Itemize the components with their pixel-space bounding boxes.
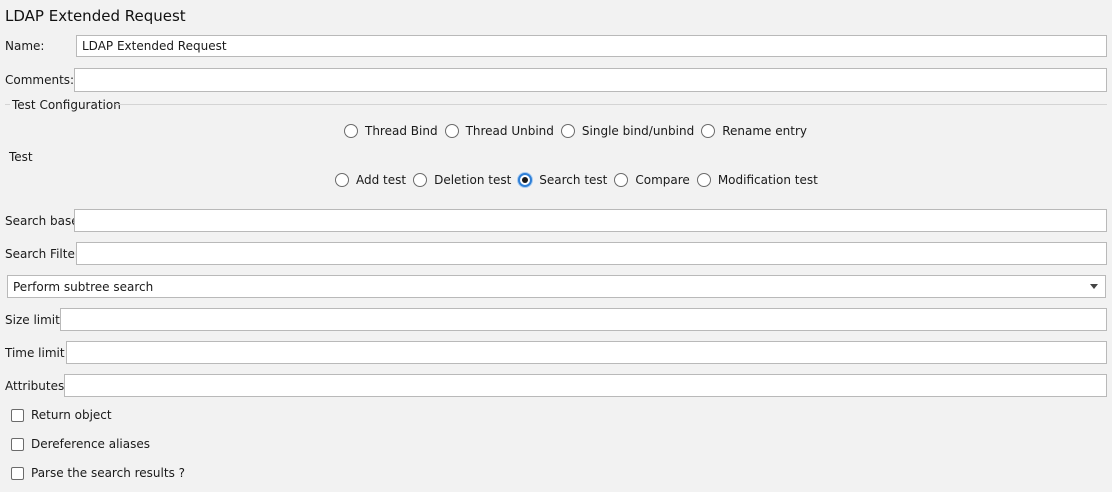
name-row: Name: (5, 35, 1107, 57)
return-object-checkbox[interactable] (11, 408, 24, 422)
test-configuration-legend: Test Configuration (12, 98, 125, 112)
search-scope-value: Perform subtree search (13, 279, 154, 294)
radio-search-test-label: Search test (539, 173, 608, 187)
fieldset-border-top (115, 104, 1107, 105)
attributes-label: Attributes (5, 378, 65, 393)
time-limit-input[interactable] (66, 341, 1107, 364)
time-limit-row: Time limit (5, 341, 1107, 364)
radio-search-test[interactable]: Search test (518, 173, 607, 187)
radio-single-bind-unbind-circle[interactable] (560, 124, 575, 138)
return-object-checkbox-row[interactable]: Return object (11, 408, 112, 422)
radio-thread-bind-circle[interactable] (344, 124, 358, 138)
parse-search-results-label: Parse the search results ? (31, 466, 186, 480)
search-base-input[interactable] (74, 209, 1107, 232)
attributes-input[interactable] (64, 374, 1107, 397)
radio-rename-entry-label: Rename entry (722, 124, 807, 138)
return-object-label: Return object (31, 408, 112, 422)
radio-compare[interactable]: Compare (614, 173, 690, 187)
radio-modification-test-label: Modification test (717, 173, 818, 187)
radio-thread-bind[interactable]: Thread Bind (344, 124, 438, 138)
dereference-aliases-checkbox[interactable] (11, 437, 24, 451)
radio-single-bind-unbind[interactable]: Single bind/unbind (560, 124, 695, 138)
parse-search-results-checkbox[interactable] (11, 466, 24, 480)
size-limit-input[interactable] (60, 308, 1107, 331)
radio-search-test-circle[interactable] (518, 173, 533, 187)
name-label: Name: (5, 39, 45, 53)
attributes-row: Attributes (5, 374, 1107, 397)
radio-add-test[interactable]: Add test (335, 173, 406, 187)
radio-deletion-test-label: Deletion test (434, 173, 512, 187)
radio-rename-entry[interactable]: Rename entry (701, 124, 807, 138)
chevron-down-icon[interactable] (1090, 284, 1098, 289)
radio-thread-bind-label: Thread Bind (365, 124, 438, 138)
comments-row: Comments: (5, 68, 1107, 92)
dereference-aliases-checkbox-row[interactable]: Dereference aliases (11, 437, 150, 451)
search-scope-select[interactable]: Perform subtree search (7, 275, 1106, 298)
radio-single-bind-unbind-label: Single bind/unbind (581, 124, 695, 138)
search-filter-row: Search Filter (5, 242, 1107, 265)
radio-compare-label: Compare (635, 173, 690, 187)
radio-thread-unbind[interactable]: Thread Unbind (444, 124, 554, 138)
radio-thread-unbind-circle[interactable] (444, 124, 459, 138)
search-filter-label: Search Filter (5, 246, 80, 261)
radio-compare-circle[interactable] (614, 173, 629, 187)
search-filter-input[interactable] (76, 242, 1107, 265)
operation-radio-group: Thread Bind Thread Unbind Single bind/un… (344, 124, 814, 138)
dereference-aliases-label: Dereference aliases (31, 437, 150, 451)
radio-deletion-test-circle[interactable] (413, 173, 428, 187)
fieldset-border-left (5, 104, 10, 105)
radio-deletion-test[interactable]: Deletion test (413, 173, 511, 187)
ldap-extended-request-panel: LDAP Extended Request Name: Comments: Te… (0, 0, 1112, 492)
search-base-label: Search base (5, 213, 79, 228)
parse-search-results-checkbox-row[interactable]: Parse the search results ? (11, 466, 185, 480)
radio-add-test-circle[interactable] (335, 173, 349, 187)
test-radio-group: Add test Deletion test Search test Compa… (335, 173, 825, 187)
panel-title: LDAP Extended Request (5, 7, 186, 25)
radio-add-test-label: Add test (356, 173, 407, 187)
name-input[interactable] (76, 35, 1107, 57)
radio-modification-test[interactable]: Modification test (696, 173, 818, 187)
test-configuration-group: Test Configuration (5, 98, 1107, 112)
radio-modification-test-circle[interactable] (696, 173, 711, 187)
size-limit-label: Size limit (5, 312, 60, 327)
comments-label: Comments: (5, 73, 75, 87)
comments-input[interactable] (74, 68, 1107, 92)
time-limit-label: Time limit (5, 345, 65, 360)
radio-thread-unbind-label: Thread Unbind (465, 124, 554, 138)
radio-rename-entry-circle[interactable] (701, 124, 716, 138)
search-base-row: Search base (5, 209, 1107, 232)
test-label: Test (9, 150, 33, 164)
size-limit-row: Size limit (5, 308, 1107, 331)
